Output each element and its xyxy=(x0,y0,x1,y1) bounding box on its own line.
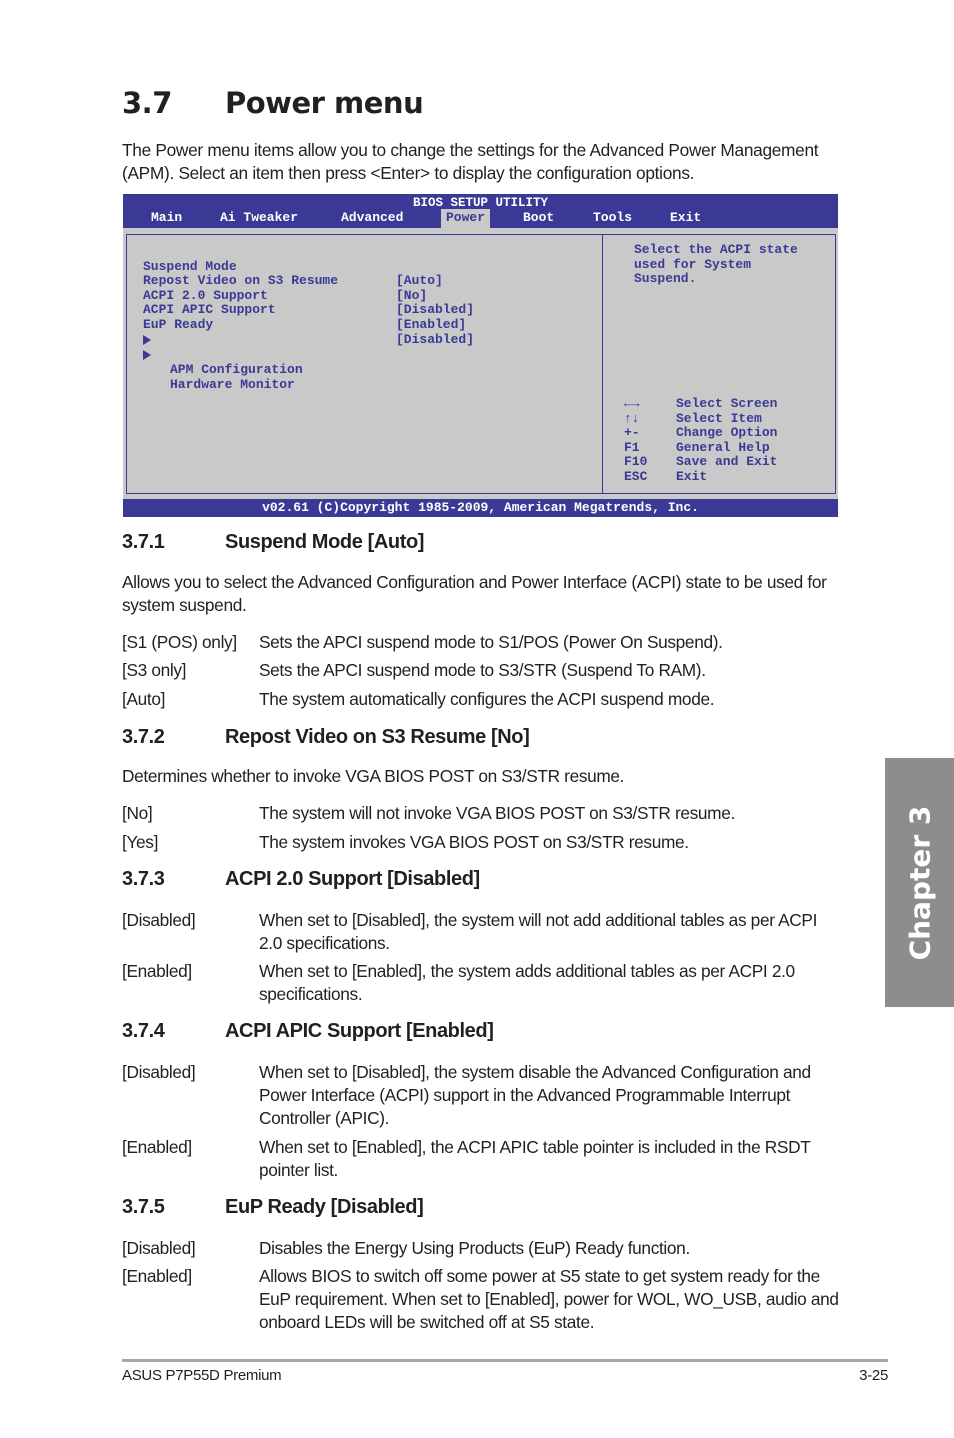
footer-page-number: 3-25 xyxy=(859,1367,888,1384)
section-description: Allows you to select the Advanced Config… xyxy=(122,572,827,615)
option-key: [Auto] xyxy=(122,689,166,709)
option-key: [Disabled] xyxy=(122,1238,196,1258)
bios-submenu-hardware-monitor[interactable]: Hardware Monitor xyxy=(143,347,295,407)
section-description: Determines whether to invoke VGA BIOS PO… xyxy=(122,766,625,786)
option-key: [Enabled] xyxy=(122,961,192,981)
submenu-label: Hardware Monitor xyxy=(170,376,295,392)
option-desc: Sets the APCI suspend mode to S1/POS (Po… xyxy=(259,632,723,652)
key-esc: ESC xyxy=(624,468,648,484)
bios-copyright-bar: v02.61 (C)Copyright 1985-2009, American … xyxy=(123,499,838,517)
section-title: Suspend Mode [Auto] xyxy=(225,531,425,553)
section-title: ACPI APIC Support [Enabled] xyxy=(225,1020,494,1042)
bios-help-panel: Select the ACPI state used for System Su… xyxy=(602,234,836,494)
bios-title: BIOS SETUP UTILITY xyxy=(412,196,549,210)
section-title: Repost Video on S3 Resume [No] xyxy=(225,726,530,748)
bios-help-text: Select the ACPI state used for System Su… xyxy=(634,242,798,287)
section-number: 3.7.3 xyxy=(122,868,165,890)
section-heading-eup-ready: 3.7.5 EuP Ready [Disabled] xyxy=(122,1196,424,1219)
bios-tab-main[interactable]: Main xyxy=(146,209,187,228)
section-heading-repost-video: 3.7.2 Repost Video on S3 Resume [No] xyxy=(122,726,530,749)
section-number: 3.7 xyxy=(122,86,172,120)
option-key: [Disabled] xyxy=(122,910,196,930)
option-key: [Yes] xyxy=(122,832,159,852)
key-plus-minus: +- xyxy=(624,425,640,440)
setting-label: EuP Ready xyxy=(143,316,214,332)
key-desc: Exit xyxy=(676,468,708,484)
bios-tab-tools[interactable]: Tools xyxy=(588,209,637,228)
intro-paragraph: The Power menu items allow you to change… xyxy=(122,140,819,183)
triangle-right-icon xyxy=(143,349,151,360)
option-key: [No] xyxy=(122,803,153,823)
option-desc: Allows BIOS to switch off some power at … xyxy=(259,1266,839,1332)
key-f10: F10 xyxy=(624,454,648,469)
option-desc: The system automatically configures the … xyxy=(259,689,715,709)
setting-value[interactable]: [Disabled] xyxy=(396,332,474,348)
chapter-tab-label: Chapter 3 xyxy=(903,805,936,960)
option-key: [Enabled] xyxy=(122,1266,192,1286)
bios-screen: BIOS SETUP UTILITY Main Ai Tweaker Advan… xyxy=(123,194,838,517)
section-number: 3.7.4 xyxy=(122,1020,165,1042)
setting-value[interactable]: [No] xyxy=(396,288,427,304)
chapter-tab: Chapter 3 xyxy=(885,758,954,1007)
triangle-right-icon xyxy=(143,335,151,345)
footer-divider xyxy=(122,1359,888,1362)
section-heading-acpi-20: 3.7.3 ACPI 2.0 Support [Disabled] xyxy=(122,868,480,891)
submenu-label: APM Configuration xyxy=(170,362,303,377)
bios-tab-bar: Main Ai Tweaker Advanced Power Boot Tool… xyxy=(123,209,838,228)
key-f1: F1 xyxy=(624,439,640,455)
page-title: 3.7 Power menu xyxy=(122,86,424,120)
option-desc: When set to [Enabled], the ACPI APIC tab… xyxy=(259,1137,811,1180)
option-desc: Sets the APCI suspend mode to S3/STR (Su… xyxy=(259,660,706,680)
option-desc: When set to [Disabled], the system will … xyxy=(259,910,818,953)
option-desc: When set to [Disabled], the system disab… xyxy=(259,1062,811,1128)
option-desc: The system invokes VGA BIOS POST on S3/S… xyxy=(259,832,689,852)
section-number: 3.7.2 xyxy=(122,726,165,748)
footer-product-name: ASUS P7P55D Premium xyxy=(122,1367,282,1384)
option-key: [S3 only] xyxy=(122,660,187,680)
bios-tab-advanced[interactable]: Advanced xyxy=(336,209,408,228)
bios-tab-exit[interactable]: Exit xyxy=(665,209,706,228)
section-title: ACPI 2.0 Support [Disabled] xyxy=(225,868,480,890)
section-title: Power menu xyxy=(225,86,424,120)
key-desc: General Help xyxy=(676,439,770,455)
bios-settings-panel: Suspend Mode [Auto] Repost Video on S3 R… xyxy=(126,234,602,494)
bios-tab-boot[interactable]: Boot xyxy=(518,209,559,228)
section-number: 3.7.5 xyxy=(122,1196,165,1218)
bios-tab-ai-tweaker[interactable]: Ai Tweaker xyxy=(215,209,303,228)
key-desc: Save and Exit xyxy=(676,454,778,469)
bios-header: BIOS SETUP UTILITY Main Ai Tweaker Advan… xyxy=(123,194,838,228)
key-desc: Change Option xyxy=(676,425,778,440)
option-desc: The system will not invoke VGA BIOS POST… xyxy=(259,803,735,823)
section-number: 3.7.1 xyxy=(122,531,165,553)
option-desc: Disables the Energy Using Products (EuP)… xyxy=(259,1238,690,1258)
arrow-left-right-icon: ←→ xyxy=(624,396,640,411)
section-heading-suspend-mode: 3.7.1 Suspend Mode [Auto] xyxy=(122,531,424,554)
setting-value[interactable]: [Auto] xyxy=(396,274,443,289)
arrow-up-down-icon: ↑↓ xyxy=(624,410,640,426)
setting-value[interactable]: [Enabled] xyxy=(396,317,466,333)
key-desc: Select Screen xyxy=(676,396,778,411)
option-desc: When set to [Enabled], the system adds a… xyxy=(259,961,795,1004)
option-key: [Disabled] xyxy=(122,1062,196,1082)
section-heading-acpi-apic: 3.7.4 ACPI APIC Support [Enabled] xyxy=(122,1020,494,1043)
option-key: [S1 (POS) only] xyxy=(122,632,237,652)
key-desc: Select Item xyxy=(676,410,762,426)
setting-value[interactable]: [Disabled] xyxy=(396,303,474,318)
bios-tab-power[interactable]: Power xyxy=(441,209,491,228)
option-key: [Enabled] xyxy=(122,1137,192,1157)
section-title: EuP Ready [Disabled] xyxy=(225,1196,424,1218)
